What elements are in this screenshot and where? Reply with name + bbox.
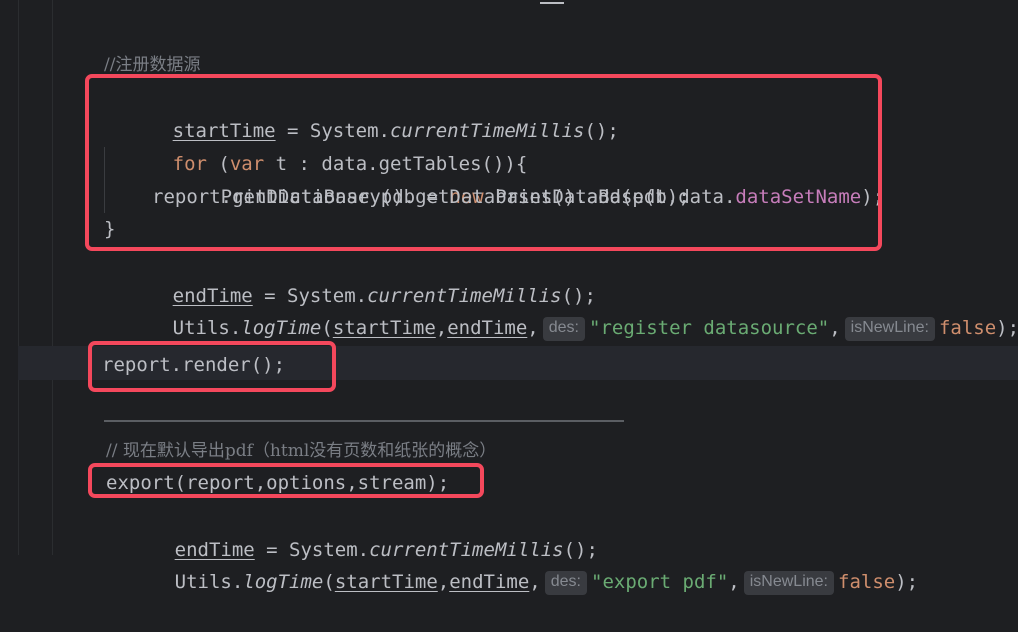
string-literal: "register datasource" [589, 317, 830, 339]
highlight-box-register [85, 74, 882, 251]
code-line-log-time-2[interactable]: Utils.logTime(startTime,endTime, des: "exp… [0, 533, 1018, 595]
highlight-box-export [88, 463, 484, 498]
highlight-box-render [88, 341, 336, 392]
param-hint-is-new-line: isNewLine: [844, 316, 935, 341]
code-editor[interactable]: //注册数据源 startTime = System.currentTimeMi… [0, 0, 1018, 595]
overlapped-line-fragment [104, 420, 624, 428]
keyword-false: false [938, 317, 997, 339]
scrolled-line-fragment [0, 0, 1018, 20]
code-line-end-time-2[interactable]: endTime = System.currentTimeMillis(); [0, 501, 1018, 561]
method-log-time: logTime [241, 317, 322, 339]
code-line-end-time[interactable]: endTime = System.currentTimeMillis(); [0, 247, 1018, 307]
param-hint-des: des: [542, 316, 585, 341]
code-line-log-time[interactable]: Utils.logTime(startTime,endTime, des: "reg… [0, 279, 1018, 341]
